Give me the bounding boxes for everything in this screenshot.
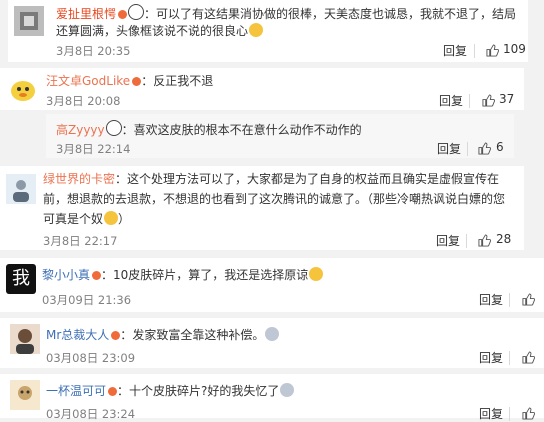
comment-line-1: Mr总裁大人 ：发家致富全靠这种补偿。 <box>46 326 280 345</box>
smile-emoji <box>309 267 324 281</box>
reply-button[interactable]: 回复 <box>479 349 503 366</box>
colon: ： <box>115 172 128 186</box>
reply-card: 高Zyyyy ：喜欢这皮肤的根本不在意什么动作不动作的 3月8日 22:14 回复… <box>46 114 514 158</box>
panda-emoji <box>128 4 145 20</box>
colon: ： <box>144 7 157 21</box>
comment-line-1: 黎小小真 ：10皮肤碎片，算了，我还是选择原谅 <box>42 266 324 285</box>
like-count: 37 <box>499 92 515 106</box>
comment-card: 汪文卓GodLike ：反正我不退 3月8日 20:08 回复 37 <box>0 68 524 110</box>
comment-text: 10皮肤碎片，算了，我还是选择原谅 <box>113 268 309 282</box>
comment-line-1: 绿世界的卡密：这个处理方法可以了，大家都是为了自身的权益而且确实是虚假宣传在 <box>43 170 499 189</box>
colon: ： <box>121 123 134 137</box>
colon: ： <box>117 384 130 398</box>
colon: ： <box>101 268 114 282</box>
username[interactable]: 爱扯里根愕 <box>56 7 116 21</box>
divider <box>509 407 510 421</box>
timestamp: 3月8日 22:17 <box>43 234 118 248</box>
comment-line-1: 高Zyyyy ：喜欢这皮肤的根本不在意什么动作不动作的 <box>56 120 362 140</box>
comment-text: 发家致富全靠这种补偿。 <box>132 328 265 342</box>
comment-line-3: 可真是个奴 ） <box>43 210 130 229</box>
like-count: 109 <box>503 42 526 56</box>
thumbs-up-icon[interactable] <box>482 94 495 107</box>
reply-button[interactable]: 回复 <box>479 405 503 422</box>
colon: ： <box>141 74 154 88</box>
thumbs-up-icon[interactable] <box>522 407 535 420</box>
avatar[interactable]: 我 <box>6 264 36 294</box>
like-count: 6 <box>496 140 504 154</box>
smile-emoji <box>104 211 119 225</box>
comment-text: 这个处理方法可以了，大家都是为了自身的权益而且确实是虚假宣传在 <box>127 172 500 186</box>
avatar[interactable] <box>10 380 40 410</box>
avatar-image <box>14 6 44 36</box>
avatar[interactable] <box>8 74 38 104</box>
reply-button[interactable]: 回复 <box>437 140 461 157</box>
reply-button[interactable]: 回复 <box>443 42 467 59</box>
comment-text-cont: 可真是个奴 <box>43 212 104 226</box>
comment-card: Mr总裁大人 ：发家致富全靠这种补偿。 03月08日 23:09 回复 <box>0 318 544 368</box>
comment-card: 爱扯里根愕 ：可以了有这结果消协做的很棒，天美态度也诚恳，我就不退了，结局 还算圆… <box>8 0 528 62</box>
username[interactable]: 汪文卓GodLike <box>46 74 130 88</box>
avatar[interactable] <box>6 174 36 204</box>
avatar-image <box>10 380 40 410</box>
thumbs-up-icon[interactable] <box>522 351 535 364</box>
comment-line-1: 一杯温可可 ：十个皮肤碎片?好的我失忆了 <box>46 382 295 401</box>
avatar[interactable] <box>10 324 40 354</box>
vip-badge <box>111 331 121 340</box>
avatar[interactable] <box>14 6 44 36</box>
like-count: 28 <box>496 232 512 246</box>
closing-paren: ） <box>118 212 131 226</box>
avatar-text: 我 <box>12 268 30 289</box>
timestamp: 03月09日 21:36 <box>42 293 132 307</box>
comment-text: 十个皮肤碎片?好的我失忆了 <box>129 384 280 398</box>
thumbs-up-icon[interactable] <box>522 293 535 306</box>
reply-button[interactable]: 回复 <box>436 232 460 249</box>
divider <box>466 234 467 248</box>
reply-button[interactable]: 回复 <box>479 291 503 308</box>
timestamp: 3月8日 20:08 <box>46 94 121 108</box>
comment-line-1: 爱扯里根愕 ：可以了有这结果消协做的很棒，天美态度也诚恳，我就不退了，结局 <box>56 4 516 24</box>
vip-badge <box>118 10 128 19</box>
divider <box>467 142 468 156</box>
vip-badge <box>108 387 118 396</box>
divider <box>509 293 510 307</box>
username[interactable]: 高Zyyyy <box>56 123 105 137</box>
comment-text: 可以了有这结果消协做的很棒，天美态度也诚恳，我就不退了，结局 <box>156 7 517 21</box>
timestamp: 3月8日 22:14 <box>56 142 131 156</box>
divider <box>474 44 475 58</box>
reply-button[interactable]: 回复 <box>439 92 463 109</box>
avatar-image <box>6 174 36 204</box>
comment-text: 反正我不退 <box>153 74 214 88</box>
colon: ： <box>120 328 133 342</box>
comment-text: 喜欢这皮肤的根本不在意什么动作不动作的 <box>133 123 362 137</box>
thumbs-up-icon[interactable] <box>486 44 499 57</box>
username[interactable]: 绿世界的卡密 <box>43 172 115 186</box>
vip-badge <box>92 271 102 280</box>
timestamp: 03月08日 23:24 <box>46 407 136 421</box>
avatar-image <box>11 81 35 101</box>
thumbs-up-icon[interactable] <box>478 234 491 247</box>
panda-emoji <box>105 120 122 136</box>
comment-line-2: 还算圆满，头像框该说不说的很良心 <box>56 22 264 41</box>
emoji <box>265 327 280 341</box>
comment-card: 一杯温可可 ：十个皮肤碎片?好的我失忆了 03月08日 23:24 回复 <box>0 374 544 421</box>
timestamp: 3月8日 20:35 <box>56 44 131 58</box>
comment-text-cont: 还算圆满，头像框该说不说的很良心 <box>56 24 249 38</box>
avatar-image <box>10 324 40 354</box>
comment-text-cont: 前，想退款的去退款，不想退的也看到了这次腾讯的诚意了。（那些冷嘲热讽说白嫖的您 <box>43 192 506 206</box>
comment-card: 我 黎小小真 ：10皮肤碎片，算了，我还是选择原谅 03月09日 21:36 回复 <box>0 258 544 312</box>
username[interactable]: Mr总裁大人 <box>46 328 109 342</box>
username[interactable]: 一杯温可可 <box>46 384 106 398</box>
comment-card: 绿世界的卡密：这个处理方法可以了，大家都是为了自身的权益而且确实是虚假宣传在 前… <box>0 166 524 250</box>
comment-line-2: 前，想退款的去退款，不想退的也看到了这次腾讯的诚意了。（那些冷嘲热讽说白嫖的您 <box>43 190 505 209</box>
emoji <box>280 383 295 397</box>
username[interactable]: 黎小小真 <box>42 268 90 282</box>
divider <box>509 351 510 365</box>
divider <box>469 94 470 108</box>
timestamp: 03月08日 23:09 <box>46 351 136 365</box>
smile-emoji <box>249 23 264 37</box>
vip-badge <box>132 77 142 86</box>
thumbs-up-icon[interactable] <box>478 142 491 155</box>
comment-line-1: 汪文卓GodLike ：反正我不退 <box>46 72 213 91</box>
